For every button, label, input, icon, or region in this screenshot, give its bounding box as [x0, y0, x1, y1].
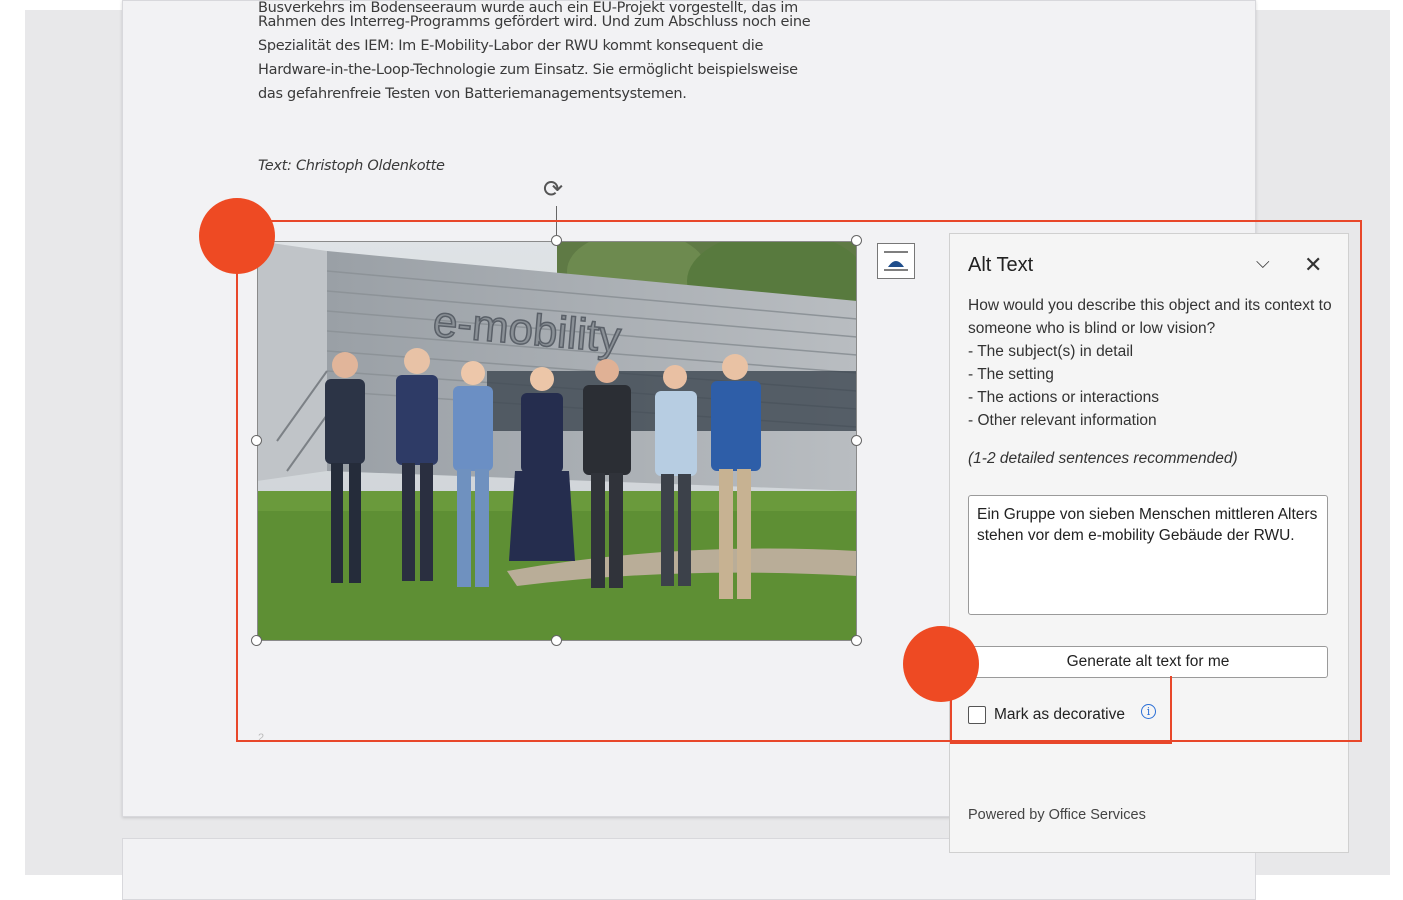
- pane-footer: Powered by Office Services: [968, 807, 1146, 823]
- author-credit: Text: Christoph Oldenkotte: [258, 158, 445, 174]
- annotation-marker: [199, 198, 275, 274]
- highlight-frame-decorative: [950, 676, 1172, 744]
- highlight-frame: [236, 220, 1362, 742]
- annotation-marker: [903, 626, 979, 702]
- text-line: das gefahrenfreie Testen von Batterieman…: [258, 86, 687, 102]
- text-line: Hardware-in-the-Loop-Technologie zum Ein…: [258, 62, 798, 78]
- rotate-handle-icon[interactable]: ⟳: [543, 178, 563, 202]
- text-line: Spezialität des IEM: Im E-Mobility-Labor…: [258, 38, 764, 54]
- document-body-text: Busverkehrs im Bodenseeraum wurde auch e…: [258, 0, 858, 106]
- text-line: Busverkehrs im Bodenseeraum wurde auch e…: [258, 0, 798, 16]
